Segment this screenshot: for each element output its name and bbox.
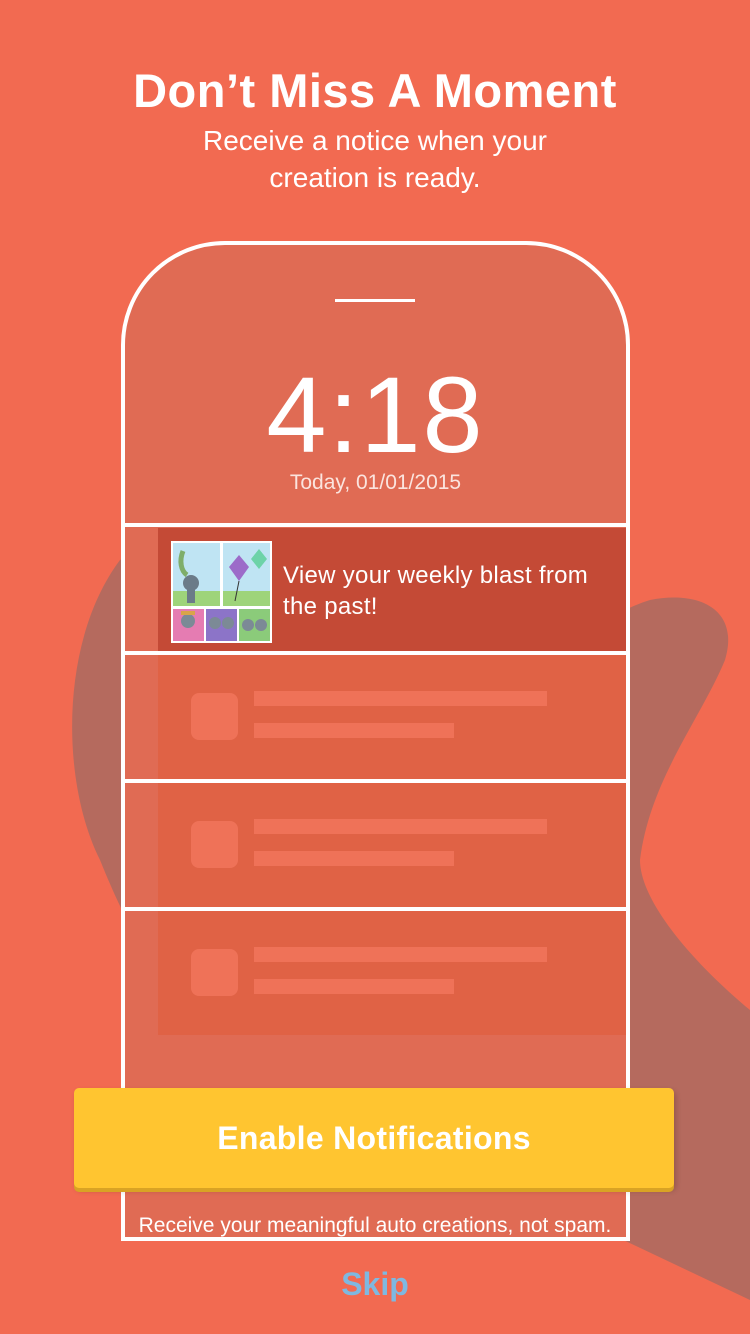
placeholder-icon (191, 693, 238, 740)
notification-card: View your weekly blast from the past! (158, 528, 626, 651)
lock-screen-date: Today, 01/01/2015 (289, 471, 462, 494)
notification-text: View your weekly blast from the past! (283, 562, 589, 620)
placeholder-line (254, 979, 454, 994)
placeholder-line (254, 851, 454, 866)
placeholder-line (254, 947, 547, 962)
placeholder-notification-card (158, 911, 626, 1035)
phone-speaker (335, 299, 415, 302)
notification-onboarding-screen: Don’t Miss A Moment Receive a notice whe… (0, 0, 750, 1334)
placeholder-icon (191, 949, 238, 996)
enable-notifications-button[interactable]: Enable Notifications (74, 1088, 674, 1188)
placeholder-line (254, 691, 547, 706)
page-title: Don’t Miss A Moment (133, 64, 617, 117)
divider (125, 523, 626, 527)
page-subtitle: Receive a notice when your creation is r… (203, 125, 547, 193)
kite-collage-thumbnail-icon (171, 541, 272, 643)
placeholder-icon (191, 821, 238, 868)
placeholder-notification-card (158, 783, 626, 907)
spam-disclaimer: Receive your meaningful auto creations, … (138, 1214, 612, 1237)
placeholder-line (254, 723, 454, 738)
placeholder-line (254, 819, 547, 834)
skip-button[interactable]: Skip (300, 1262, 450, 1306)
lock-screen-time: 4:18 (266, 354, 485, 475)
placeholder-notification-card (158, 655, 626, 779)
